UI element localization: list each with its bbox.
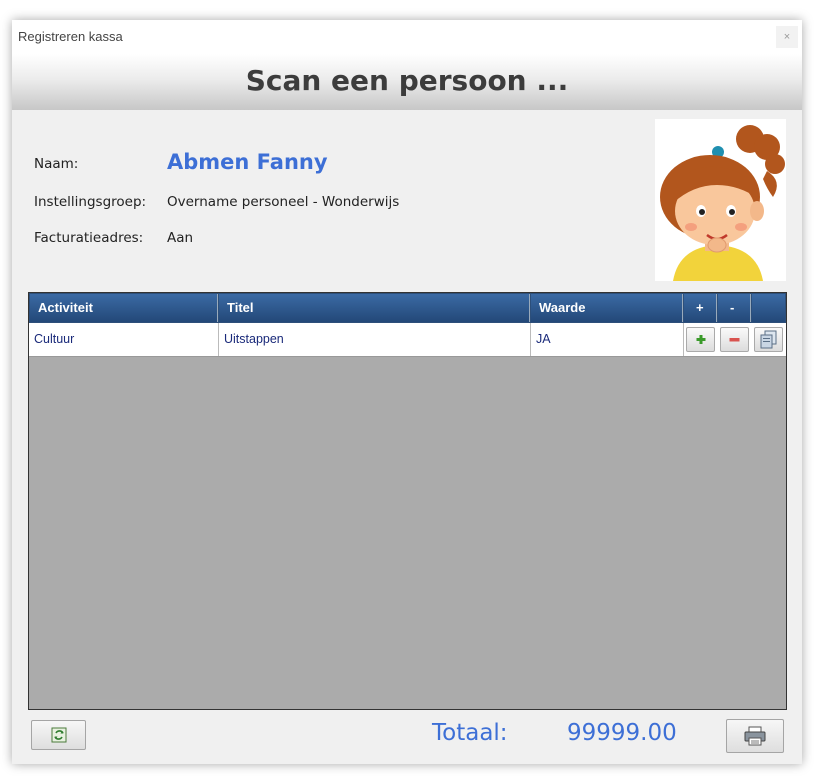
- column-header-titel[interactable]: Titel: [219, 294, 530, 322]
- cell-activiteit[interactable]: Cultuur: [29, 323, 219, 356]
- plus-icon: [696, 335, 706, 344]
- copy-icon: [760, 330, 777, 349]
- page-title: Scan een persoon ...: [245, 64, 569, 97]
- name-value: Abmen Fanny: [167, 150, 328, 174]
- minus-icon: [729, 338, 740, 342]
- add-button[interactable]: [686, 327, 715, 352]
- girl-cartoon-avatar-icon: [660, 125, 785, 281]
- column-header-actions: [752, 294, 785, 322]
- grid-header: Activiteit Titel Waarde + -: [29, 293, 786, 323]
- window-title: Registreren kassa: [18, 29, 123, 44]
- printer-icon: [744, 726, 766, 746]
- column-header-waarde[interactable]: Waarde: [531, 294, 683, 322]
- page-header: Scan een persoon ...: [12, 54, 802, 110]
- remove-button[interactable]: [720, 327, 749, 352]
- total-label: Totaal:: [432, 720, 508, 746]
- refresh-icon: [51, 727, 67, 743]
- close-icon: ×: [783, 31, 791, 43]
- cell-waarde[interactable]: JA: [531, 323, 684, 356]
- refresh-button[interactable]: [31, 720, 86, 750]
- column-header-plus: +: [684, 294, 717, 322]
- total-value: 99999.00: [567, 720, 677, 746]
- title-bar: Registreren kassa ×: [12, 20, 802, 54]
- close-button[interactable]: ×: [776, 26, 798, 48]
- register-window: Registreren kassa × Scan een persoon ...…: [12, 20, 802, 764]
- activity-grid: Activiteit Titel Waarde + - Cultuur Uits…: [28, 292, 787, 710]
- column-header-minus: -: [718, 294, 751, 322]
- group-label: Instellingsgroep:: [34, 194, 147, 210]
- address-value: Aan: [167, 230, 194, 246]
- address-label: Facturatieadres:: [34, 230, 144, 246]
- name-label: Naam:: [34, 156, 79, 172]
- table-row[interactable]: Cultuur Uitstappen JA: [29, 323, 786, 357]
- cell-titel[interactable]: Uitstappen: [219, 323, 531, 356]
- print-button[interactable]: [726, 719, 784, 753]
- group-value: Overname personeel - Wonderwijs: [167, 194, 400, 210]
- person-photo: [655, 119, 786, 281]
- column-header-activiteit[interactable]: Activiteit: [30, 294, 218, 322]
- copy-button[interactable]: [754, 327, 783, 352]
